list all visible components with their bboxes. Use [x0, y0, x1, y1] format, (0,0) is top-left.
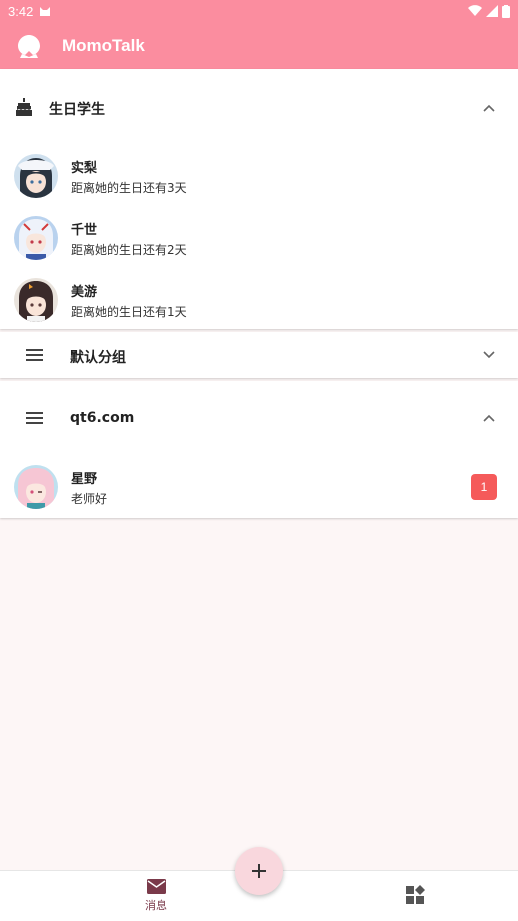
- nav-widgets[interactable]: [404, 885, 426, 905]
- nav-messages-label: 消息: [145, 899, 167, 912]
- default-group-header[interactable]: 默认分组: [0, 332, 518, 378]
- status-bar: 3:42: [0, 0, 518, 22]
- birthday-countdown: 距离她的生日还有2天: [71, 243, 187, 257]
- plus-icon: [252, 864, 266, 878]
- status-time: 3:42: [8, 3, 34, 19]
- default-group-card: 默认分组: [0, 332, 518, 378]
- qt6-group-title: qt6.com: [70, 410, 135, 426]
- contact-name: 星野: [71, 472, 98, 487]
- birthday-group-header[interactable]: 生日学生: [0, 69, 518, 147]
- qt6-group-header[interactable]: qt6.com: [0, 381, 518, 455]
- cat-notification-icon: [40, 7, 51, 16]
- chevron-up-icon: [483, 104, 495, 112]
- avatar: [14, 216, 58, 260]
- birthday-group-card: 生日学生 实梨 距离她的生日还有3天 千世 距离她的生日还有2天 美游 距离她的…: [0, 69, 518, 329]
- student-name: 千世: [71, 223, 98, 238]
- last-message: 老师好: [71, 492, 108, 506]
- chat-row[interactable]: 星野 老师好 1: [0, 457, 518, 517]
- mail-icon: [146, 879, 166, 894]
- birthday-group-title: 生日学生: [49, 102, 105, 118]
- birthday-student-row[interactable]: 千世 距离她的生日还有2天: [0, 208, 518, 268]
- student-name: 美游: [71, 285, 98, 300]
- student-name: 实梨: [71, 161, 98, 176]
- wifi-icon: [468, 5, 482, 17]
- widgets-icon: [406, 885, 425, 904]
- menu-icon: [26, 412, 43, 424]
- avatar: [14, 154, 58, 198]
- birthday-countdown: 距离她的生日还有1天: [71, 305, 187, 319]
- menu-icon: [26, 349, 43, 361]
- chevron-up-icon: [483, 414, 495, 422]
- cake-icon: [15, 97, 33, 117]
- signal-icon: [486, 5, 498, 17]
- birthday-student-row[interactable]: 实梨 距离她的生日还有3天: [0, 146, 518, 206]
- add-fab-button[interactable]: [235, 847, 283, 895]
- app-bar: MomoTalk: [0, 22, 518, 69]
- peach-logo-icon: [18, 34, 40, 58]
- avatar: [14, 278, 58, 322]
- chevron-down-icon: [483, 351, 495, 359]
- avatar: [14, 465, 58, 509]
- unread-badge: 1: [471, 474, 497, 500]
- birthday-countdown: 距离她的生日还有3天: [71, 181, 187, 195]
- default-group-title: 默认分组: [70, 350, 126, 366]
- birthday-student-row[interactable]: 美游 距离她的生日还有1天: [0, 270, 518, 330]
- app-title: MomoTalk: [62, 35, 145, 55]
- qt6-group-card: qt6.com 星野 老师好 1: [0, 381, 518, 518]
- battery-icon: [502, 4, 510, 18]
- nav-messages[interactable]: 消息: [131, 879, 181, 913]
